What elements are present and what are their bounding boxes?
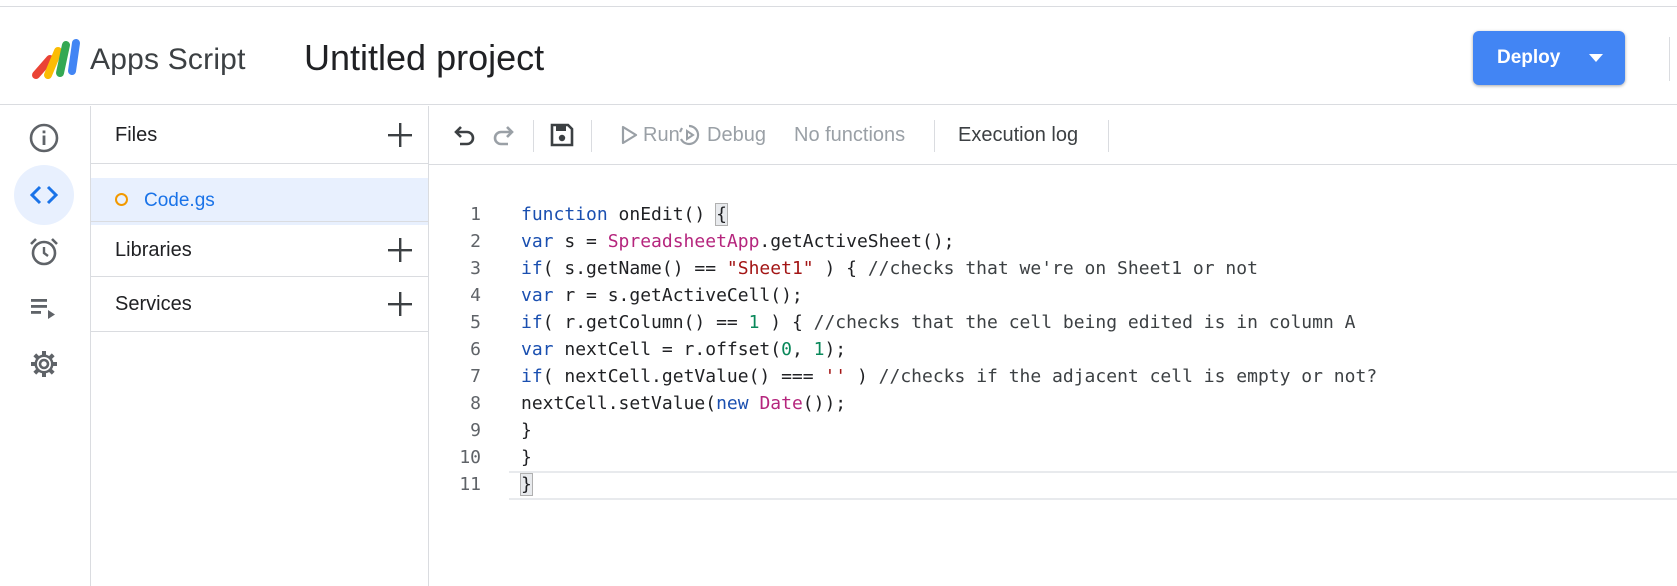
services-section-header: Services — [91, 277, 428, 332]
rail-item-executions[interactable] — [14, 278, 74, 338]
rail-item-triggers[interactable] — [14, 222, 74, 282]
rail-item-editor[interactable] — [14, 165, 74, 225]
execution-log-button[interactable]: Execution log — [958, 120, 1078, 150]
run-label: Run — [643, 123, 680, 146]
debug-icon — [679, 124, 700, 146]
code-line[interactable]: function onEdit() { — [521, 201, 1677, 228]
code-line[interactable]: var nextCell = r.offset(0, 1); — [521, 336, 1677, 363]
gear-icon — [31, 351, 57, 377]
toolbar-separator — [533, 120, 534, 152]
files-panel: Files Code.gs Libraries Services — [91, 106, 429, 586]
code-line[interactable]: } — [521, 444, 1677, 471]
app-header: Apps Script Untitled project Deploy — [0, 7, 1677, 105]
function-select[interactable]: No functions — [794, 120, 905, 150]
libraries-section-header: Libraries — [91, 221, 428, 277]
run-button[interactable]: Run — [619, 120, 680, 150]
services-title: Services — [115, 293, 192, 315]
file-type-dot-icon — [115, 193, 128, 206]
toolbar-separator — [1108, 120, 1109, 152]
rail-item-settings[interactable] — [14, 334, 74, 394]
code-line[interactable]: } — [521, 417, 1677, 444]
redo-icon — [493, 126, 514, 146]
deploy-button-label: Deploy — [1497, 47, 1561, 68]
top-border — [0, 0, 1677, 7]
editor-toolbar: Run Debug No functions Execution log — [429, 106, 1677, 165]
line-number-gutter: 1 2 3 4 5 6 7 8 9 10 11 — [429, 201, 481, 498]
file-item-code-gs[interactable]: Code.gs — [91, 178, 428, 225]
app-name[interactable]: Apps Script — [90, 43, 246, 77]
line-number: 1 — [470, 204, 481, 225]
code-line[interactable]: var r = s.getActiveCell(); — [521, 282, 1677, 309]
save-button[interactable] — [549, 120, 575, 150]
add-service-icon[interactable] — [385, 289, 415, 319]
undo-icon — [454, 126, 475, 146]
libraries-title: Libraries — [115, 239, 192, 261]
line-number: 8 — [470, 393, 481, 414]
line-number: 4 — [470, 285, 481, 306]
add-library-icon[interactable] — [385, 235, 415, 265]
line-number: 3 — [470, 258, 481, 279]
code-line[interactable]: nextCell.setValue(new Date()); — [521, 390, 1677, 417]
chevron-down-icon — [1589, 54, 1603, 62]
file-name: Code.gs — [144, 190, 215, 211]
redo-button[interactable] — [491, 120, 517, 150]
save-icon — [550, 123, 574, 147]
alarm-clock-icon — [30, 238, 58, 266]
info-icon — [29, 123, 59, 153]
line-number: 2 — [470, 231, 481, 252]
add-file-icon[interactable] — [385, 120, 415, 150]
rail-item-overview[interactable] — [14, 108, 74, 168]
code-line[interactable]: if( nextCell.getValue() === '' ) //check… — [521, 363, 1677, 390]
header-divider — [1669, 37, 1670, 81]
debug-label: Debug — [707, 123, 766, 146]
line-number: 9 — [470, 420, 481, 441]
code-line[interactable]: if( r.getColumn() == 1 ) { //checks that… — [521, 309, 1677, 336]
code-editor[interactable]: 1 2 3 4 5 6 7 8 9 10 11 function onEdit() {var s =… — [429, 165, 1677, 586]
function-select-value: No functions — [794, 123, 906, 146]
line-number: 10 — [459, 447, 481, 468]
undo-button[interactable] — [451, 120, 477, 150]
line-number: 5 — [470, 312, 481, 333]
execution-log-label: Execution log — [958, 123, 1079, 146]
code-content[interactable]: function onEdit() {var s = SpreadsheetAp… — [520, 201, 1677, 498]
files-section-header: Files — [91, 106, 428, 164]
debug-button[interactable]: Debug — [677, 120, 766, 150]
files-title: Files — [115, 124, 158, 146]
play-icon — [621, 125, 638, 145]
toolbar-separator — [591, 120, 592, 152]
left-rail — [0, 106, 91, 586]
project-title[interactable]: Untitled project — [304, 37, 544, 79]
apps-script-logo[interactable] — [30, 37, 84, 81]
code-icon — [29, 185, 59, 205]
line-number: 11 — [459, 474, 481, 495]
code-line[interactable]: if( s.getName() == "Sheet1" ) { //checks… — [521, 255, 1677, 282]
line-number: 6 — [470, 339, 481, 360]
line-number: 7 — [470, 366, 481, 387]
deploy-button[interactable]: Deploy — [1473, 31, 1625, 85]
executions-icon — [31, 299, 55, 319]
toolbar-separator — [934, 120, 935, 152]
code-line[interactable]: var s = SpreadsheetApp.getActiveSheet(); — [521, 228, 1677, 255]
code-line[interactable]: } — [520, 471, 1677, 498]
